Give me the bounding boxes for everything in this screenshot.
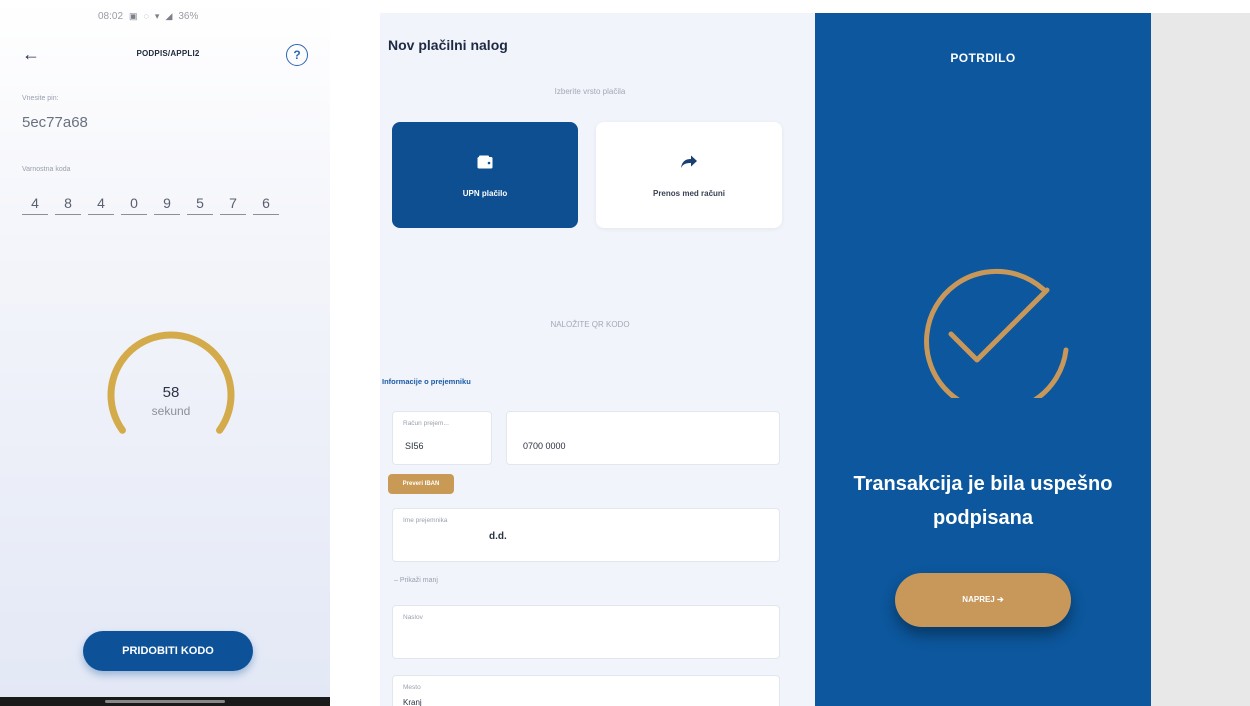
code-digit[interactable]: 9 <box>154 194 180 215</box>
battery-level: 36% <box>178 10 199 22</box>
countdown-value: 58 <box>162 384 180 401</box>
code-digit[interactable]: 0 <box>121 194 147 215</box>
code-digits[interactable]: 4 8 4 0 9 5 7 6 <box>22 194 279 215</box>
code-digit[interactable]: 7 <box>220 194 246 215</box>
show-less-link[interactable]: – Prikaži manj <box>394 577 438 584</box>
code-label: Varnostna koda <box>22 166 71 173</box>
choose-type-label: Izberite vrsto plačila <box>554 87 626 96</box>
code-digit[interactable]: 8 <box>55 194 81 215</box>
field-value: d.d. <box>489 531 507 542</box>
recipient-section-title: Informacije o prejemniku <box>382 377 471 386</box>
pin-label: Vnesite pin: <box>22 95 59 102</box>
wallet-icon <box>477 153 493 171</box>
confirmation-screen: POTRDILO Transakcija je bila uspešno pod… <box>815 13 1151 706</box>
field-value: SI56 <box>405 441 424 451</box>
payment-type-label: UPN plačilo <box>462 188 508 198</box>
address-field[interactable]: Naslov <box>392 605 780 659</box>
code-digit[interactable]: 4 <box>22 194 48 215</box>
recipient-name-field[interactable]: Ime prejemnika d.d. <box>392 508 780 562</box>
field-label: Ime prejemnika <box>403 517 448 524</box>
field-label: Mesto <box>403 684 421 691</box>
get-code-button[interactable]: PRIDOBITI KODO <box>83 631 253 671</box>
background-area <box>1151 13 1250 706</box>
verify-iban-button[interactable]: Preveri IBAN <box>388 474 454 494</box>
arrow-left-icon[interactable]: ← <box>22 44 40 65</box>
image-icon: ▣ <box>129 10 138 21</box>
wifi-icon: ▾ <box>154 10 160 21</box>
signal-icon: ◢ <box>165 10 173 21</box>
status-time: 08:02 <box>98 10 124 22</box>
field-label: Naslov <box>403 614 423 621</box>
scan-qr-button[interactable]: NALOŽITE QR KODO <box>380 320 800 329</box>
page-title: Nov plačilni nalog <box>388 37 508 53</box>
field-value: 0700 0000 <box>523 441 566 451</box>
notification-icon: ◌ <box>143 11 149 21</box>
status-bar: 08:02 ▣ ◌ ▾ ◢ 36% <box>98 8 330 24</box>
countdown-unit: sekund <box>151 404 191 418</box>
page-title: PODPIS/APPLI2 <box>136 49 200 58</box>
top-bar: ← PODPIS/APPLI2 ? <box>0 38 330 74</box>
payment-type-transfer[interactable]: Prenos med računi <box>596 122 782 228</box>
field-value: Kranj <box>403 698 422 706</box>
account-prefix-field[interactable]: Račun prejem... SI56 <box>392 411 492 465</box>
success-check-icon <box>924 268 1069 398</box>
account-number-field[interactable]: 0700 0000 <box>506 411 780 465</box>
pin-value: 5ec77a68 <box>22 114 88 131</box>
next-button[interactable]: NAPREJ ➔ <box>895 573 1071 627</box>
city-field[interactable]: Mesto Kranj <box>392 675 780 706</box>
show-less-label: Prikaži manj <box>399 577 438 584</box>
payment-order-screen: Nov plačilni nalog Izberite vrsto plačil… <box>380 13 815 706</box>
system-nav-bar <box>0 697 330 706</box>
payment-type-upn[interactable]: UPN plačilo <box>392 122 578 228</box>
field-label: Račun prejem... <box>403 420 449 427</box>
signing-screen: 08:02 ▣ ◌ ▾ ◢ 36% ← PODPIS/APPLI2 ? Vnes… <box>0 0 330 706</box>
share-arrow-icon <box>680 153 698 171</box>
home-indicator[interactable] <box>105 700 225 703</box>
success-message: Transakcija je bila uspešno podpisana <box>853 473 1113 529</box>
payment-type-label: Prenos med računi <box>652 188 726 198</box>
code-digit[interactable]: 6 <box>253 194 279 215</box>
code-digit[interactable]: 5 <box>187 194 213 215</box>
code-digit[interactable]: 4 <box>88 194 114 215</box>
question-circle-icon[interactable]: ? <box>286 44 308 66</box>
page-title: POTRDILO <box>950 51 1016 65</box>
